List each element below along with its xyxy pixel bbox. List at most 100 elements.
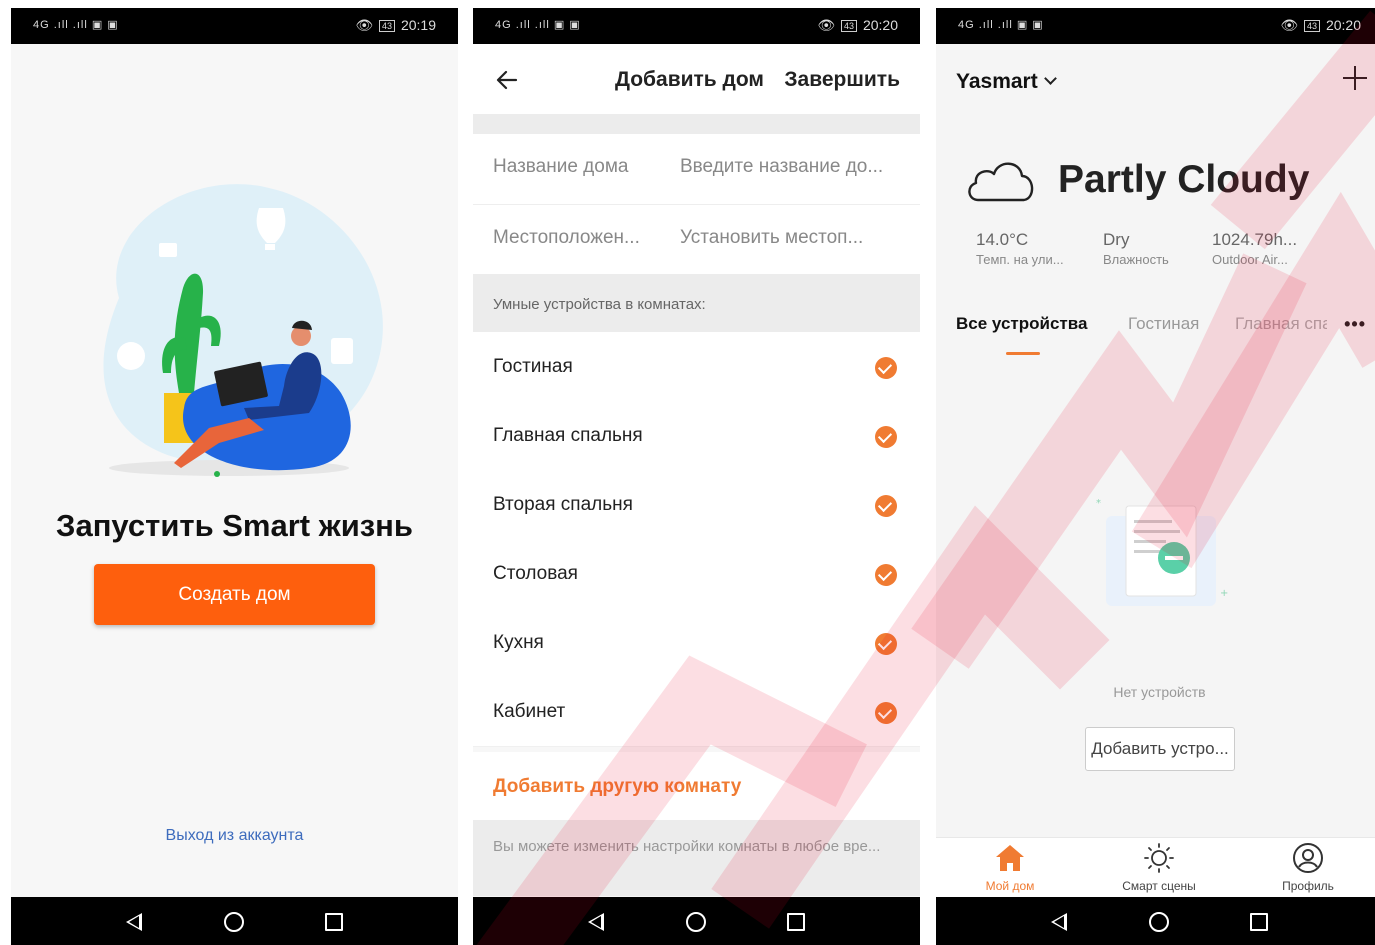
checkmark-icon[interactable]	[875, 426, 897, 448]
svg-text:*: *	[1096, 498, 1101, 509]
tab-living-room[interactable]: Гостиная	[1128, 314, 1199, 334]
page-title: Добавить дом	[615, 68, 764, 91]
status-time: 20:19	[400, 17, 436, 33]
room-row[interactable]: Гостиная	[473, 332, 920, 402]
system-nav-bar	[936, 897, 1375, 945]
tab-smart-scenes[interactable]: Смарт сцены	[1109, 842, 1209, 893]
chevron-down-icon	[1043, 72, 1057, 85]
status-right: 👁 43 20:19	[355, 17, 436, 34]
eye-icon: 👁	[1280, 17, 1299, 33]
checkmark-icon[interactable]	[875, 495, 897, 517]
weather-stat-air: 1024.79h... Outdoor Air...	[1212, 230, 1297, 267]
weather-stat-temperature: 14.0°C Темп. на ули...	[976, 230, 1064, 267]
hint-text: Вы можете изменить настройки комнаты в л…	[493, 838, 881, 855]
back-arrow-icon[interactable]	[495, 68, 519, 92]
bottom-tab-bar: Мой дом Смарт сцены Профиль	[936, 837, 1375, 898]
recents-square-icon[interactable]	[325, 913, 343, 931]
signal-indicators: 4G .ıll .ıll ▣ ▣	[33, 19, 119, 31]
stat-label: Outdoor Air...	[1212, 252, 1288, 267]
plus-icon[interactable]	[1343, 66, 1367, 90]
room-label: Столовая	[493, 563, 578, 584]
room-label: Главная спальня	[493, 425, 643, 446]
add-room-link[interactable]: Добавить другую комнату	[493, 776, 741, 798]
room-label: Вторая спальня	[493, 494, 633, 515]
empty-devices-illustration: * +	[1096, 498, 1228, 606]
checkmark-icon[interactable]	[875, 702, 897, 724]
room-tabs: Все устройства Гостиная Главная спа •••	[956, 314, 1366, 355]
more-icon[interactable]: •••	[1344, 314, 1366, 335]
room-row[interactable]: Столовая	[473, 539, 920, 609]
room-label: Гостиная	[493, 356, 573, 377]
home-circle-icon[interactable]	[686, 912, 706, 932]
home-name-label: Название дома	[493, 156, 629, 177]
add-device-button[interactable]: Добавить устро...	[1085, 727, 1235, 771]
stat-label: Темп. на ули...	[976, 252, 1064, 267]
signal-indicators: 4G .ıll .ıll ▣ ▣	[958, 19, 1044, 31]
location-label: Местоположен...	[493, 227, 640, 248]
recents-square-icon[interactable]	[787, 913, 805, 931]
switch-icon	[331, 338, 353, 364]
smart-life-illustration	[103, 184, 383, 477]
checkmark-icon[interactable]	[875, 564, 897, 586]
home-circle-icon[interactable]	[224, 912, 244, 932]
stat-label: Влажность	[1103, 252, 1169, 267]
room-row[interactable]: Кухня	[473, 608, 920, 678]
status-time: 20:20	[1325, 17, 1361, 33]
status-right: 👁 43 20:20	[1280, 17, 1361, 34]
stat-value: Dry	[1103, 230, 1130, 249]
home-name-input[interactable]: Введите название до...	[680, 156, 900, 178]
eye-icon: 👁	[355, 17, 374, 33]
home-circle-icon[interactable]	[1149, 912, 1169, 932]
phone-screen-add-home: 4G .ıll .ıll ▣ ▣ 👁 43 20:20 Добавить дом…	[473, 8, 920, 945]
profile-icon	[1293, 843, 1323, 873]
room-row[interactable]: Кабинет	[473, 677, 920, 747]
home-name: Yasmart	[956, 70, 1038, 93]
divider	[473, 114, 920, 134]
eye-icon: 👁	[817, 17, 836, 33]
room-row[interactable]: Главная спальня	[473, 401, 920, 471]
signal-indicators: 4G .ıll .ıll ▣ ▣	[495, 19, 581, 31]
status-right: 👁 43 20:20	[817, 17, 898, 34]
tab-master-bedroom[interactable]: Главная спа	[1235, 314, 1327, 334]
back-triangle-icon[interactable]	[1051, 913, 1067, 931]
battery-icon: 43	[841, 20, 858, 32]
svg-text:+: +	[1220, 588, 1228, 599]
home-selector[interactable]: Yasmart	[956, 70, 1057, 94]
battery-icon: 43	[379, 20, 396, 32]
location-input[interactable]: Установить местоп...	[680, 227, 900, 249]
create-home-button[interactable]: Создать дом	[94, 564, 375, 625]
header: Добавить дом Завершить	[473, 44, 920, 114]
cloud-icon	[968, 162, 1034, 202]
start-title: Запустить Smart жизнь	[56, 508, 413, 543]
recents-square-icon[interactable]	[1250, 913, 1268, 931]
tab-label: Мой дом	[985, 879, 1035, 893]
room-label: Кабинет	[493, 701, 566, 722]
phone-screen-home: 4G .ıll .ıll ▣ ▣ 👁 43 20:20 Yasmart Part…	[936, 8, 1375, 945]
system-nav-bar	[11, 897, 458, 945]
active-tab-indicator	[1006, 352, 1040, 355]
back-triangle-icon[interactable]	[126, 913, 142, 931]
sun-icon	[1144, 843, 1174, 873]
back-triangle-icon[interactable]	[588, 913, 604, 931]
room-label: Кухня	[493, 632, 544, 653]
stat-value: 1024.79h...	[1212, 230, 1298, 249]
status-time: 20:20	[862, 17, 898, 33]
logout-link[interactable]: Выход из аккаунта	[11, 827, 458, 845]
stat-value: 14.0°C	[976, 230, 1029, 249]
battery-icon: 43	[1304, 20, 1321, 32]
tab-my-home[interactable]: Мой дом	[960, 842, 1060, 893]
tab-profile[interactable]: Профиль	[1258, 842, 1358, 893]
weather-stat-humidity: Dry Влажность	[1103, 230, 1169, 267]
room-row[interactable]: Вторая спальня	[473, 470, 920, 540]
checkmark-icon[interactable]	[875, 357, 897, 379]
status-bar: 4G .ıll .ıll ▣ ▣ 👁 43 20:20	[936, 8, 1375, 44]
tab-all-devices[interactable]: Все устройства	[956, 314, 1087, 334]
weather-condition: Partly Cloudy	[1058, 158, 1310, 201]
finish-button[interactable]: Завершить	[784, 68, 900, 92]
home-name-row[interactable]: Название дома Введите название до...	[473, 134, 920, 204]
add-room-row[interactable]: Добавить другую комнату	[473, 752, 920, 820]
location-row[interactable]: Местоположен... Установить местоп...	[473, 204, 920, 275]
home-icon	[996, 845, 1024, 871]
checkmark-icon[interactable]	[875, 633, 897, 655]
rooms-section-label: Умные устройства в комнатах:	[493, 296, 706, 313]
